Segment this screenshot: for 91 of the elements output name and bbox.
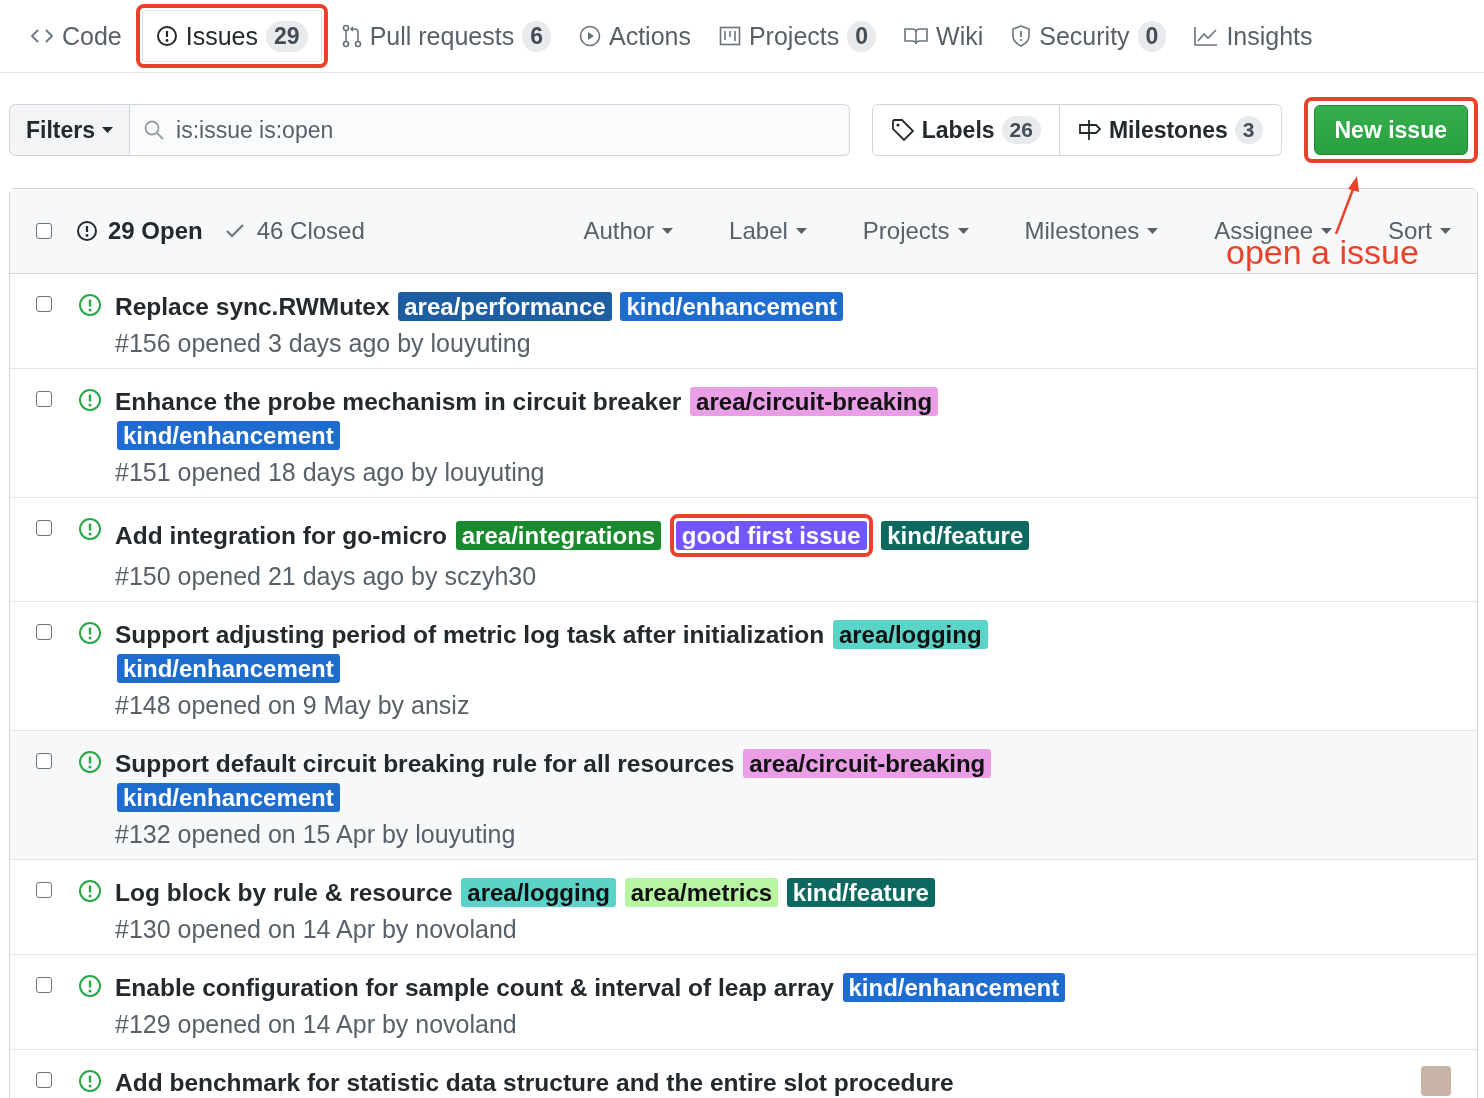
issue-label[interactable]: kind/enhancement: [117, 783, 340, 812]
issue-title[interactable]: Add integration for go-micro: [115, 522, 448, 549]
caret-icon: [102, 126, 114, 134]
tab[interactable]: Actions: [564, 10, 705, 62]
filters-button[interactable]: Filters: [9, 104, 131, 156]
book-icon: [904, 26, 929, 46]
open-issue-icon: [78, 1069, 102, 1093]
checkbox[interactable]: [36, 753, 52, 769]
caret-icon: [957, 227, 969, 235]
issue-label[interactable]: kind/feature: [786, 878, 935, 907]
count-badge: 26: [1001, 116, 1041, 144]
issue-title[interactable]: Enhance the probe mechanism in circuit breaker: [115, 388, 682, 415]
play-icon: [578, 25, 601, 47]
issue-label[interactable]: kind/enhancement: [117, 654, 340, 683]
count-badge: 29: [266, 20, 308, 52]
filter-dropdown[interactable]: Projects: [806, 217, 969, 245]
issue-title[interactable]: Add benchmark for statistic data structure and the entire slot procedure: [115, 1069, 954, 1096]
tab[interactable]: Issues 29: [141, 10, 322, 62]
checkbox[interactable]: [36, 296, 52, 312]
caret-icon: [1321, 227, 1332, 235]
caret-icon: [795, 227, 807, 235]
open-issue-icon: [78, 621, 102, 645]
issue-meta: #129 opened on 14 Apr by novoland: [115, 1009, 518, 1039]
issue-title[interactable]: Support adjusting period of metric log task after initialization: [115, 621, 825, 648]
checkbox[interactable]: [36, 1072, 52, 1088]
graph-icon: [1194, 25, 1219, 47]
issue-label[interactable]: area/performance: [398, 292, 612, 321]
issue-meta: #151 opened 18 days ago by louyuting: [115, 457, 546, 487]
tab[interactable]: Insights: [1180, 10, 1327, 62]
issue-label[interactable]: area/integrations: [455, 521, 662, 550]
shield-icon: [1011, 24, 1032, 48]
check-icon: [224, 223, 245, 239]
issue-label[interactable]: area/circuit-breaking: [690, 387, 939, 416]
issue-icon: [155, 25, 178, 47]
checkbox[interactable]: [36, 882, 52, 898]
issue-label[interactable]: kind/enhancement: [620, 292, 844, 321]
pull-request-icon: [341, 24, 362, 48]
count-badge: 6: [522, 20, 551, 52]
tab[interactable]: Security 0: [997, 10, 1181, 62]
issue-label[interactable]: area/circuit-breaking: [743, 749, 992, 778]
caret-icon: [1147, 227, 1159, 235]
checkbox[interactable]: [36, 391, 52, 407]
issue-label[interactable]: kind/enhancement: [117, 421, 340, 450]
filter-dropdown[interactable]: Milestones: [968, 217, 1159, 245]
tag-icon: [890, 118, 915, 142]
milestones-button[interactable]: Milestones 3: [1059, 104, 1282, 156]
caret-icon: [1440, 227, 1451, 235]
count-badge: 0: [847, 20, 877, 52]
issue-label[interactable]: good first issue: [675, 521, 867, 550]
issue-title[interactable]: Support default circuit breaking rule for all resources: [115, 750, 735, 777]
open-issue-icon: [78, 293, 102, 317]
issue-label[interactable]: area/logging: [832, 620, 988, 649]
issue-meta: #148 opened on 9 May by ansiz: [115, 690, 471, 720]
issue-label[interactable]: area/logging: [461, 878, 616, 907]
board-icon: [718, 25, 741, 47]
tab[interactable]: Pull requests 6: [327, 10, 565, 62]
issue-meta: #156 opened 3 days ago by louyuting: [115, 328, 532, 358]
issue-meta: #130 opened on 14 Apr by novoland: [115, 914, 518, 944]
issue-meta: #132 opened on 15 Apr by louyuting: [115, 819, 517, 849]
filter-dropdown[interactable]: Author: [583, 217, 674, 245]
code-icon: [30, 27, 54, 45]
checkbox[interactable]: [36, 520, 52, 536]
issue-meta: #150 opened 21 days ago by sczyh30: [115, 561, 538, 591]
issue-label[interactable]: area/metrics: [624, 878, 779, 907]
signpost-icon: [1077, 118, 1102, 142]
issue-label[interactable]: kind/enhancement: [842, 973, 1066, 1002]
tab[interactable]: Projects 0: [704, 10, 891, 62]
issue-icon: [76, 220, 98, 242]
open-issue-icon: [78, 388, 102, 412]
tab[interactable]: Code: [16, 10, 136, 62]
count-badge: 3: [1234, 116, 1263, 144]
open-issue-icon: [78, 974, 102, 998]
open-issue-icon: [78, 517, 102, 541]
closed-filter[interactable]: 46 Closed: [224, 217, 365, 245]
issue-title[interactable]: Replace sync.RWMutex: [115, 293, 390, 320]
tab[interactable]: Wiki: [890, 10, 998, 62]
search-field[interactable]: is:issue is:open: [130, 104, 850, 156]
issue-title[interactable]: Enable configuration for sample count & interval of leap array: [115, 974, 834, 1001]
count-badge: 0: [1137, 20, 1167, 52]
open-filter[interactable]: 29 Open: [76, 217, 203, 245]
caret-icon: [662, 227, 674, 235]
checkbox[interactable]: [36, 977, 52, 993]
issue-row[interactable]: Support default circuit breaking rule for all resources area/circuit-breaking kind/enhancement #132 opened on 15 Apr by louyuting: [10, 731, 1477, 860]
open-issue-icon: [78, 879, 102, 903]
open-issue-icon: [78, 750, 102, 774]
checkbox[interactable]: [36, 624, 52, 640]
issue-label[interactable]: kind/feature: [881, 521, 1030, 550]
checkbox[interactable]: [36, 223, 52, 239]
labels-button[interactable]: Labels 26: [871, 104, 1060, 156]
filter-dropdown[interactable]: Label: [673, 217, 807, 245]
issue-title[interactable]: Log block by rule & resource: [115, 879, 453, 906]
